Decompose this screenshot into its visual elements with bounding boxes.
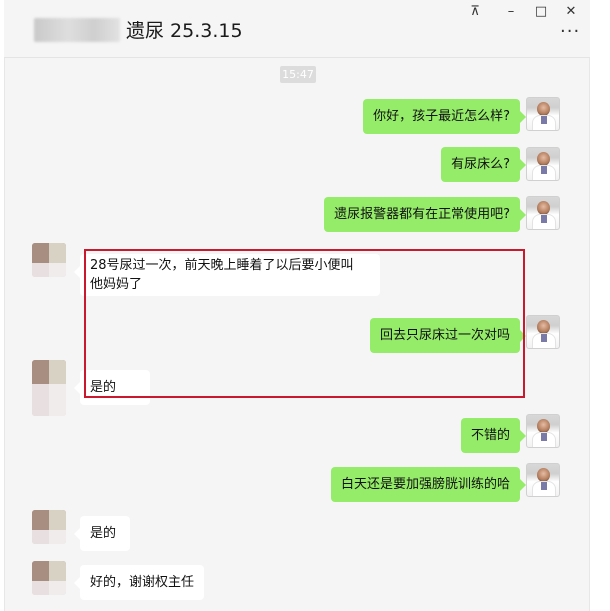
doctor-avatar[interactable] bbox=[526, 147, 560, 181]
doctor-avatar[interactable] bbox=[526, 97, 560, 131]
doctor-avatar[interactable] bbox=[526, 463, 560, 497]
message-text: 你好，孩子最近怎么样? bbox=[373, 109, 510, 124]
message-bubble-sent[interactable]: 不错的 bbox=[460, 418, 527, 453]
chat-window: 遗尿 25.3.15 ⊼ – □ ✕ ... 15:47 你好，孩子最近怎么样?… bbox=[0, 0, 610, 611]
message-bubble-sent[interactable]: 遗尿报警器都有在正常使用吧? bbox=[324, 197, 526, 232]
message-timestamp: 15:47 bbox=[280, 66, 316, 83]
message-bubble-received[interactable]: 好的，谢谢权主任 bbox=[73, 565, 205, 600]
chat-title: 遗尿 25.3.15 bbox=[126, 20, 243, 42]
user-avatar[interactable] bbox=[32, 243, 66, 277]
pin-icon[interactable]: ⊼ bbox=[466, 4, 484, 19]
message-bubble-received[interactable]: 是的 bbox=[74, 516, 130, 551]
highlight-frame bbox=[84, 249, 525, 398]
message-bubble-sent[interactable]: 有尿床么? bbox=[441, 147, 526, 182]
user-avatar[interactable] bbox=[32, 360, 66, 416]
maximize-button[interactable]: □ bbox=[532, 4, 550, 19]
message-bubble-sent[interactable]: 你好，孩子最近怎么样? bbox=[363, 99, 526, 134]
blurred-contact-name bbox=[34, 18, 120, 42]
doctor-avatar[interactable] bbox=[526, 414, 560, 448]
message-text: 好的，谢谢权主任 bbox=[90, 575, 195, 590]
message-text: 不错的 bbox=[470, 428, 510, 443]
message-text: 是的 bbox=[90, 526, 117, 541]
minimize-button[interactable]: – bbox=[502, 4, 520, 19]
doctor-avatar[interactable] bbox=[526, 315, 560, 349]
doctor-avatar[interactable] bbox=[526, 196, 560, 230]
message-text: 白天还是要加强膀胱训练的哈 bbox=[340, 477, 510, 492]
message-text: 遗尿报警器都有在正常使用吧? bbox=[334, 207, 510, 222]
more-options-button[interactable]: ... bbox=[560, 18, 580, 36]
message-bubble-sent[interactable]: 白天还是要加强膀胱训练的哈 bbox=[330, 467, 527, 502]
user-avatar[interactable] bbox=[32, 561, 66, 595]
user-avatar[interactable] bbox=[32, 510, 66, 544]
message-text: 有尿床么? bbox=[451, 157, 510, 172]
